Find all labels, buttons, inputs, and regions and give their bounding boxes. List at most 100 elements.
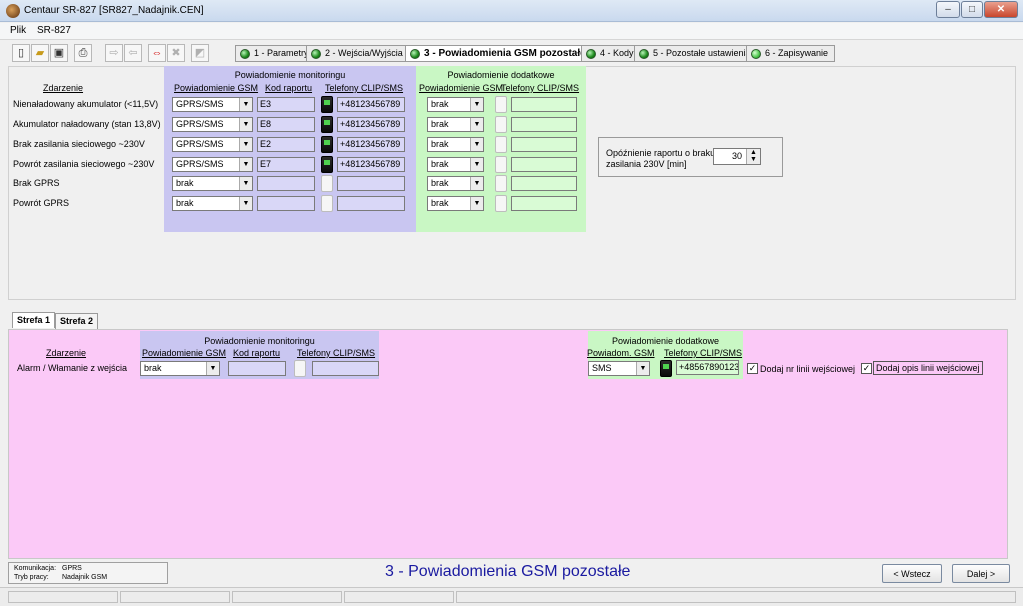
zone-gsm-select[interactable]: brak ▼ xyxy=(140,361,220,376)
event-label: Brak GPRS xyxy=(13,178,60,188)
export-icon[interactable]: ◩ xyxy=(191,44,209,62)
delay-spinner[interactable]: 30 ▲ ▼ xyxy=(713,148,761,165)
tab-strefa-1[interactable]: Strefa 1 xyxy=(12,312,56,328)
copy-back-icon[interactable]: ⇦ xyxy=(124,44,142,62)
extra-phones-field[interactable] xyxy=(511,196,577,211)
phone-icon[interactable] xyxy=(495,156,507,173)
delay-group: Opóźnienie raportu o braku zasilania 230… xyxy=(598,137,783,177)
tab-step-5[interactable]: 5 - Pozostałe ustawienia xyxy=(634,45,758,62)
code-field[interactable]: E8 xyxy=(257,117,315,132)
tab-step-label: 3 - Powiadomienia GSM pozostałe xyxy=(424,48,586,59)
chevron-down-icon: ▼ xyxy=(239,98,252,111)
extra-gsm-select[interactable]: brak ▼ xyxy=(427,176,484,191)
phones-field[interactable] xyxy=(337,196,405,211)
check-add-line-number[interactable]: ✓ xyxy=(747,363,758,374)
extra-phones-field[interactable] xyxy=(511,97,577,112)
extra-gsm-select[interactable]: brak ▼ xyxy=(427,157,484,172)
status-dot-icon xyxy=(240,48,250,59)
extra-title: Powiadomienie dodatkowe xyxy=(447,70,555,80)
check-add-line-number-label: Dodaj nr linii wejściowej xyxy=(760,364,856,374)
zone-extra-phones-field[interactable]: +48567890123 xyxy=(676,360,739,375)
check-add-line-description[interactable]: ✓ xyxy=(861,363,872,374)
phone-icon[interactable] xyxy=(321,116,333,133)
gsm-select[interactable]: brak ▼ xyxy=(172,176,253,191)
menu-sr827[interactable]: SR-827 xyxy=(37,25,71,36)
chevron-down-icon: ▼ xyxy=(239,138,252,151)
phones-field[interactable]: +48123456789 xyxy=(337,157,405,172)
copy-forward-icon[interactable]: ⇨ xyxy=(105,44,123,62)
phones-field[interactable] xyxy=(337,176,405,191)
gsm-select[interactable]: GPRS/SMS ▼ xyxy=(172,97,253,112)
code-field[interactable]: E2 xyxy=(257,137,315,152)
phone-icon[interactable] xyxy=(294,360,306,377)
phones-field[interactable]: +48123456789 xyxy=(337,117,405,132)
zone-extra-gsm-select[interactable]: SMS ▼ xyxy=(588,361,650,376)
zone-col-phones: Telefony CLIP/SMS xyxy=(297,348,376,358)
open-folder-icon[interactable]: ▰ xyxy=(31,44,49,62)
extra-gsm-select[interactable]: brak ▼ xyxy=(427,117,484,132)
monitoring-title: Powiadomienie monitoringu xyxy=(234,70,346,80)
tab-step-6[interactable]: 6 - Zapisywanie xyxy=(746,45,836,62)
tab-step-4[interactable]: 4 - Kody xyxy=(581,45,641,62)
tab-step-3[interactable]: 3 - Powiadomienia GSM pozostałe xyxy=(405,45,593,62)
phones-field[interactable]: +48123456789 xyxy=(337,97,405,112)
minimize-button[interactable]: – xyxy=(936,1,960,18)
phone-icon[interactable] xyxy=(321,175,333,192)
next-button[interactable]: Dalej > xyxy=(952,564,1010,583)
code-field[interactable]: E3 xyxy=(257,97,315,112)
event-label: Brak zasilania sieciowego ~230V xyxy=(13,139,145,149)
back-button[interactable]: < Wstecz xyxy=(882,564,942,583)
zone-code-field[interactable] xyxy=(228,361,286,376)
select-value: SMS xyxy=(592,363,612,373)
phones-field[interactable]: +48123456789 xyxy=(337,137,405,152)
phone-icon[interactable] xyxy=(321,156,333,173)
phone-icon[interactable] xyxy=(321,96,333,113)
extra-gsm-select[interactable]: brak ▼ xyxy=(427,196,484,211)
chevron-down-icon: ▼ xyxy=(239,177,252,190)
phone-icon[interactable] xyxy=(495,116,507,133)
select-value: brak xyxy=(144,363,162,373)
extra-phones-field[interactable] xyxy=(511,176,577,191)
code-field[interactable] xyxy=(257,196,315,211)
extra-phones-field[interactable] xyxy=(511,137,577,152)
cross-gray-icon[interactable]: ✖ xyxy=(167,44,185,62)
status-dot-icon xyxy=(751,48,761,59)
zone-phones-field[interactable] xyxy=(312,361,379,376)
col-extra-gsm: Powiadomienie GSM xyxy=(419,83,504,93)
code-field[interactable] xyxy=(257,176,315,191)
tab-strefa-2[interactable]: Strefa 2 xyxy=(55,313,99,329)
select-value: brak xyxy=(176,178,194,188)
gsm-select[interactable]: GPRS/SMS ▼ xyxy=(172,117,253,132)
spin-arrows-icon[interactable]: ▲ ▼ xyxy=(746,149,760,164)
extra-gsm-select[interactable]: brak ▼ xyxy=(427,97,484,112)
tab-step-1[interactable]: 1 - Parametry xyxy=(235,45,316,62)
new-file-icon[interactable]: ▯ xyxy=(12,44,30,62)
print-icon[interactable]: ⎙ xyxy=(74,44,92,62)
save-icon[interactable]: ▣ xyxy=(50,44,68,62)
extra-phones-field[interactable] xyxy=(511,117,577,132)
exchange-red-icon[interactable]: ⇔ xyxy=(148,44,166,62)
gsm-select[interactable]: brak ▼ xyxy=(172,196,253,211)
tab-step-2[interactable]: 2 - Wejścia/Wyjścia xyxy=(306,45,410,62)
extra-gsm-select[interactable]: brak ▼ xyxy=(427,137,484,152)
phone-icon[interactable] xyxy=(495,96,507,113)
phone-icon[interactable] xyxy=(495,195,507,212)
event-label: Powrót zasilania sieciowego ~230V xyxy=(13,159,155,169)
status-cell xyxy=(344,591,454,603)
zone-col-extra-gsm: Powiadom. GSM xyxy=(587,348,655,358)
phone-icon[interactable] xyxy=(321,195,333,212)
maximize-button[interactable]: □ xyxy=(961,1,983,18)
chevron-down-icon: ▼ xyxy=(470,158,483,171)
gsm-select[interactable]: GPRS/SMS ▼ xyxy=(172,137,253,152)
phone-icon[interactable] xyxy=(660,360,672,377)
phone-icon[interactable] xyxy=(495,175,507,192)
code-field[interactable]: E7 xyxy=(257,157,315,172)
close-button[interactable]: ✕ xyxy=(984,1,1018,18)
phone-icon[interactable] xyxy=(495,136,507,153)
phone-icon[interactable] xyxy=(321,136,333,153)
menu-plik[interactable]: Plik xyxy=(10,25,26,36)
gsm-select[interactable]: GPRS/SMS ▼ xyxy=(172,157,253,172)
chevron-down-icon: ▼ xyxy=(636,362,649,375)
mode-label: Tryb pracy: xyxy=(14,574,49,581)
extra-phones-field[interactable] xyxy=(511,157,577,172)
